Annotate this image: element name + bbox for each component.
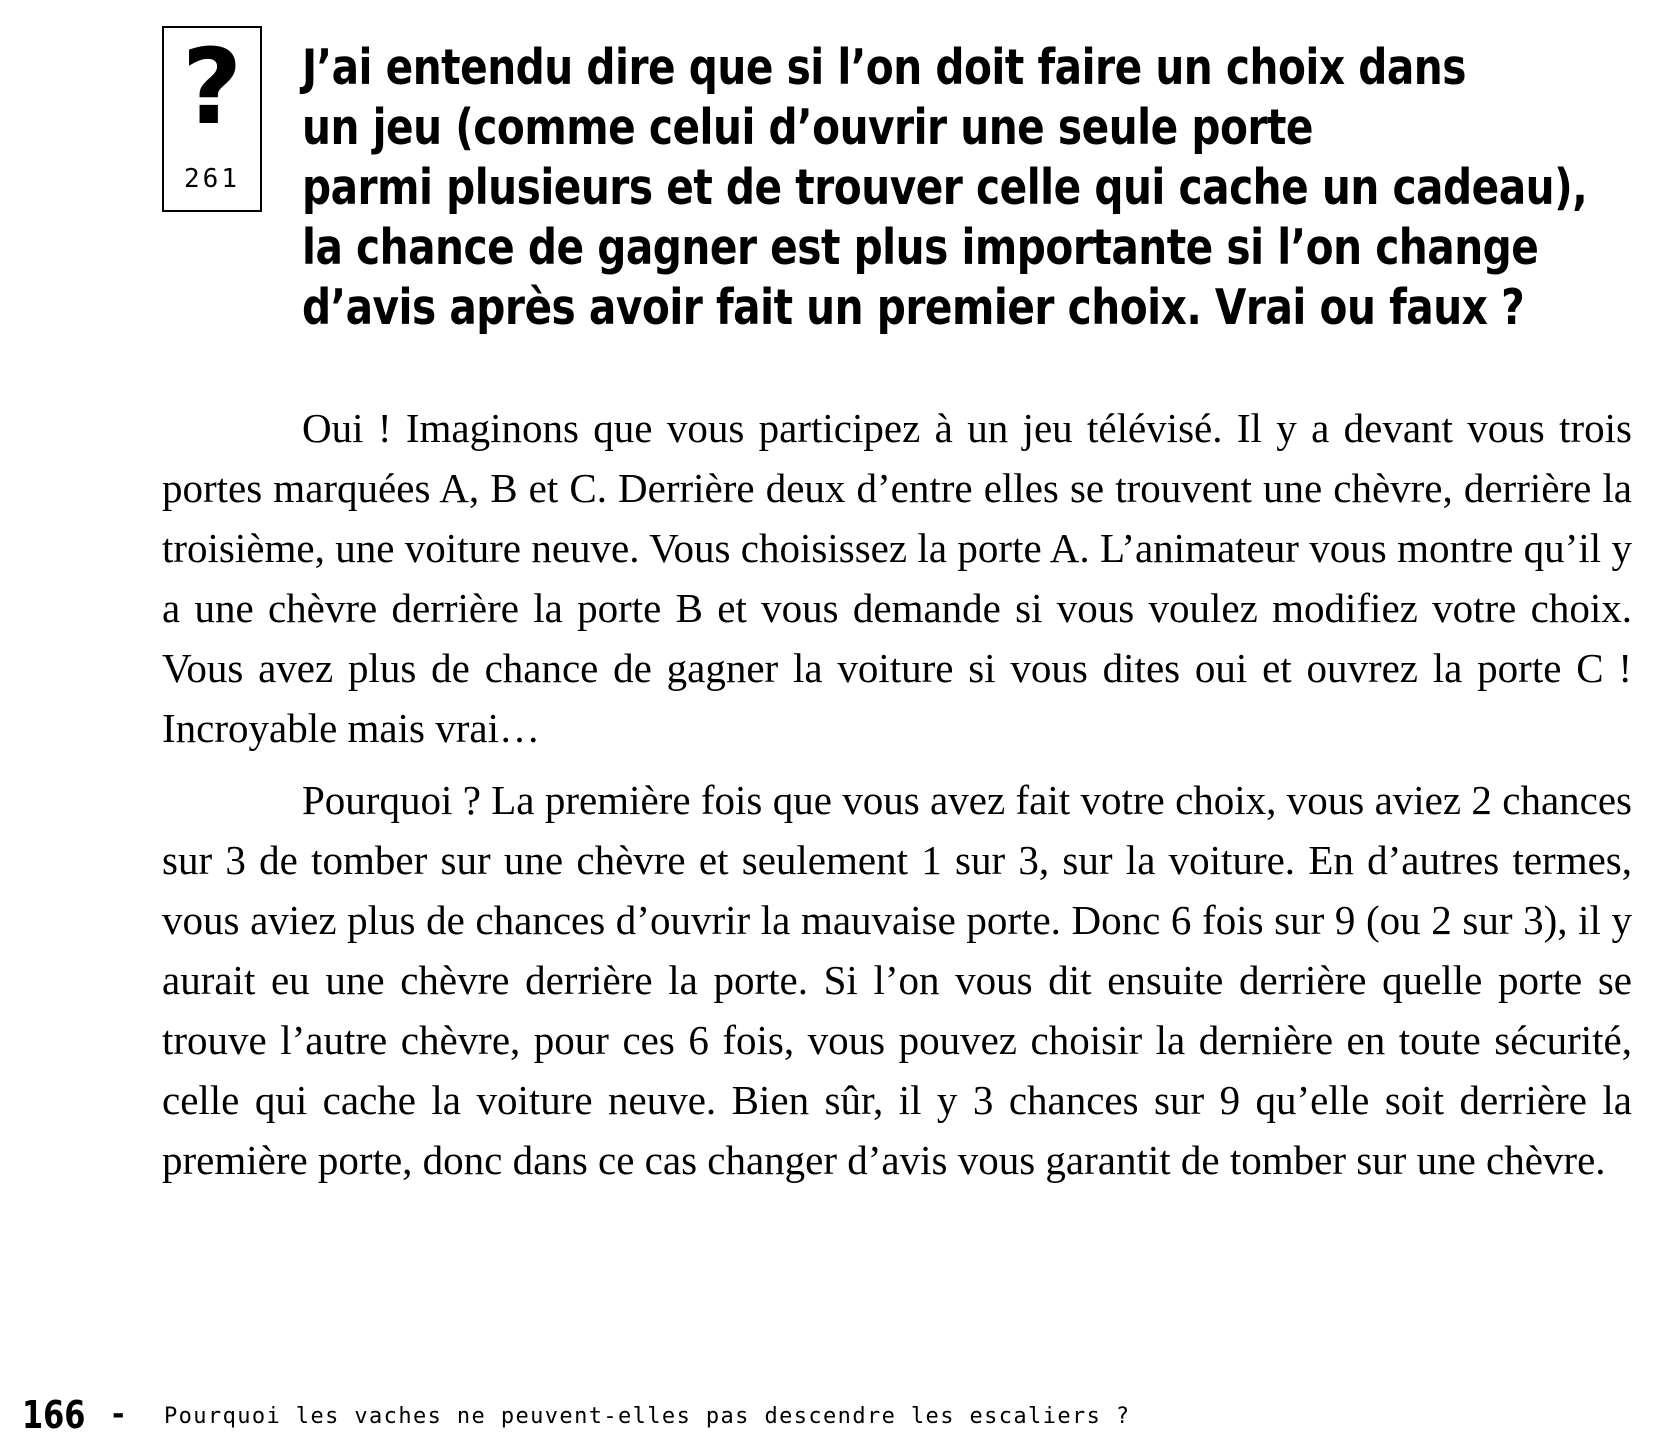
question-line: la chance de gagner est plus importante … <box>302 219 1539 276</box>
question-heading: J’ai entendu dire que si l’on doit faire… <box>302 38 1588 338</box>
page-footer: 166 - Pourquoi les vaches ne peuvent-ell… <box>22 1392 1322 1442</box>
answer-paragraph: Oui ! Imaginons que vous participez à un… <box>162 405 1632 751</box>
page-number: 166 <box>22 1393 86 1437</box>
question-number: 261 <box>184 164 240 194</box>
question-number-box: ? 261 <box>162 26 262 212</box>
question-line: parmi plusieurs et de trouver celle qui … <box>302 159 1588 216</box>
footer-separator: - <box>112 1397 125 1432</box>
question-line: un jeu (comme celui d’ouvrir une seule p… <box>302 99 1314 156</box>
question-mark-icon: ? <box>181 26 243 148</box>
question-line: J’ai entendu dire que si l’on doit faire… <box>302 39 1466 96</box>
answer-body: Oui ! Imaginons que vous participez à un… <box>162 398 1632 1202</box>
running-title: Pourquoi les vaches ne peuvent-elles pas… <box>164 1404 1131 1429</box>
answer-paragraph: Pourquoi ? La première fois que vous ave… <box>162 777 1632 1183</box>
question-line: d’avis après avoir fait un premier choix… <box>302 279 1525 336</box>
